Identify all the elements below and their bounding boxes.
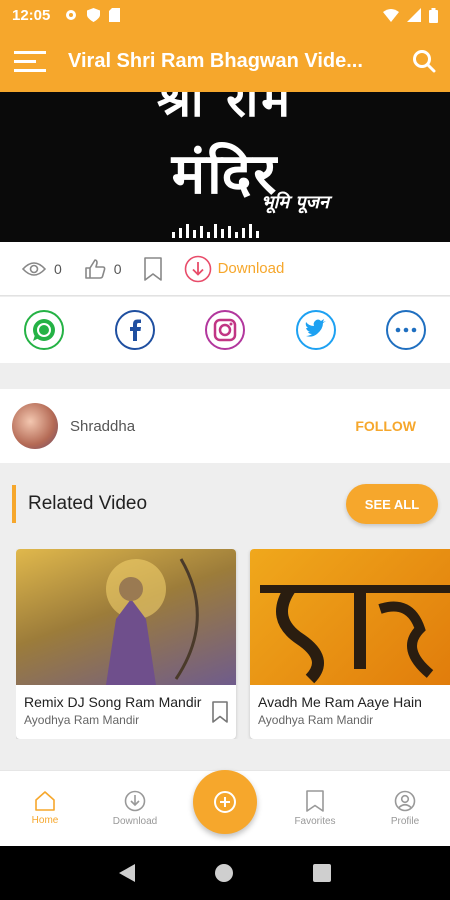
bookmark-button[interactable] — [143, 256, 162, 281]
video-actions-bar: 0 0 Download — [0, 242, 450, 296]
follow-button[interactable]: FOLLOW — [355, 418, 416, 434]
profile-icon — [394, 790, 416, 812]
related-header: Related Video SEE ALL — [0, 476, 450, 532]
upload-fab-button[interactable] — [193, 770, 257, 834]
plus-circle-icon — [214, 791, 236, 813]
system-navigation-bar — [0, 846, 450, 900]
bookmark-icon[interactable] — [212, 701, 228, 723]
nav-favorites-label: Favorites — [294, 816, 336, 827]
views-counter: 0 — [22, 261, 62, 277]
battery-icon — [429, 7, 438, 23]
facebook-icon[interactable] — [114, 310, 155, 350]
see-all-button[interactable]: SEE ALL — [346, 484, 438, 524]
views-count: 0 — [54, 260, 62, 277]
bookmark-icon — [306, 790, 324, 812]
page-title: Viral Shri Ram Bhagwan Vide... — [68, 49, 363, 72]
nav-download[interactable]: Download — [90, 790, 180, 827]
signal-icon — [407, 8, 421, 22]
status-time: 12:05 — [12, 6, 51, 24]
search-icon[interactable] — [412, 49, 436, 73]
banner-text-line3: भूमि पूजन — [261, 192, 329, 213]
video-card[interactable]: Avadh Me Ram Aaye Hain Ayodhya Ram Mandi… — [250, 549, 450, 739]
thumbs-up-icon — [84, 258, 106, 279]
whatsapp-icon[interactable] — [24, 310, 64, 350]
nav-profile[interactable]: Profile — [360, 790, 450, 827]
avatar[interactable] — [12, 403, 58, 449]
download-button[interactable]: Download — [184, 255, 285, 283]
sd-card-icon — [109, 8, 121, 22]
ram-archer-image — [106, 558, 199, 685]
instagram-icon[interactable] — [205, 310, 245, 350]
video-thumbnail[interactable] — [16, 549, 236, 685]
home-circle-icon[interactable] — [214, 863, 234, 883]
related-title: Related Video — [28, 493, 148, 514]
banner-text-line1: श्री राम — [157, 92, 293, 128]
video-player[interactable]: श्री राम मंदिर भूमि पूजन — [0, 92, 450, 242]
video-card[interactable]: Remix DJ Song Ram Mandir Ayodhya Ram Man… — [16, 549, 236, 739]
banner-text-line2: मंदिर — [171, 141, 279, 207]
gear-icon — [66, 10, 77, 20]
nav-profile-label: Profile — [390, 816, 420, 827]
back-icon[interactable] — [119, 864, 136, 882]
download-icon — [124, 790, 146, 812]
video-title: Remix DJ Song Ram Mandir — [24, 694, 202, 710]
nav-favorites[interactable]: Favorites — [270, 790, 360, 827]
wifi-icon — [383, 8, 399, 22]
likes-count: 0 — [113, 260, 122, 277]
like-button[interactable]: 0 — [84, 258, 122, 280]
related-video-list: Remix DJ Song Ram Mandir Ayodhya Ram Man… — [16, 549, 450, 739]
video-title: Avadh Me Ram Aaye Hain — [258, 694, 422, 710]
app-bar: Viral Shri Ram Bhagwan Vide... — [0, 30, 450, 92]
download-label: Download — [217, 260, 285, 277]
recents-icon[interactable] — [312, 864, 331, 882]
twitter-icon[interactable] — [295, 310, 336, 350]
video-subtitle: Ayodhya Ram Mandir — [24, 713, 140, 727]
eye-icon — [22, 261, 46, 276]
home-icon — [35, 791, 55, 811]
shri-calligraphy-image — [260, 585, 450, 684]
menu-icon[interactable] — [14, 50, 46, 72]
more-share-icon[interactable] — [386, 310, 426, 350]
share-bar — [0, 297, 450, 363]
screen: 12:05 Viral Shri Ram Bhagwan Vide... श्र… — [0, 0, 450, 900]
audio-equalizer-icon — [172, 224, 259, 238]
shield-icon — [87, 8, 101, 22]
nav-home[interactable]: Home — [0, 791, 90, 826]
video-thumbnail[interactable] — [250, 549, 450, 685]
nav-download-label: Download — [112, 816, 158, 827]
nav-home-label: Home — [31, 815, 59, 826]
author-row: Shraddha FOLLOW — [0, 389, 450, 463]
bookmark-icon — [143, 256, 162, 281]
author-name: Shraddha — [70, 417, 136, 435]
download-icon — [184, 255, 211, 282]
section-accent-bar — [12, 485, 16, 523]
video-subtitle: Ayodhya Ram Mandir — [258, 713, 374, 727]
status-bar: 12:05 — [0, 0, 450, 30]
